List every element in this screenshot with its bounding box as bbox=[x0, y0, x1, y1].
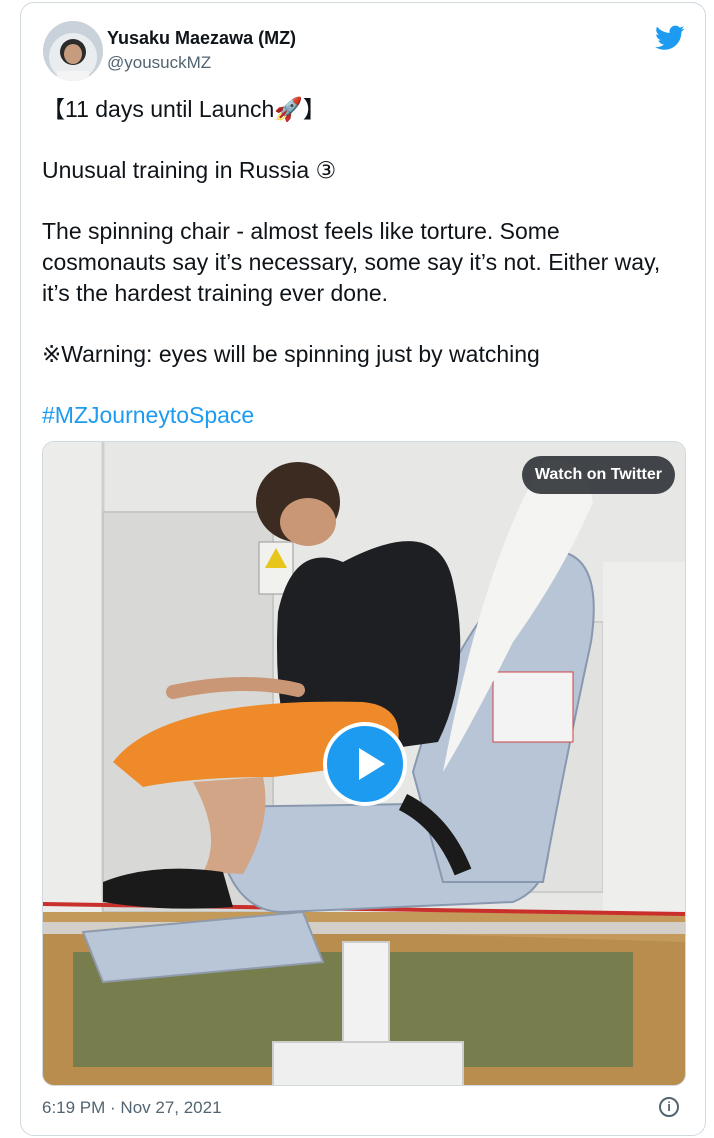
watch-on-twitter-button[interactable]: Watch on Twitter bbox=[521, 456, 675, 494]
twitter-bird-icon[interactable] bbox=[655, 25, 685, 51]
author-name[interactable]: Yusaku Maezawa (MZ) bbox=[107, 28, 296, 49]
avatar[interactable] bbox=[43, 21, 103, 81]
info-icon[interactable]: i bbox=[659, 1097, 679, 1117]
tweet-card: Yusaku Maezawa (MZ) @yousuckMZ 【11 days … bbox=[20, 2, 706, 1136]
avatar-image bbox=[43, 21, 103, 81]
tweet-body: 【11 days until Launch🚀】 Unusual training… bbox=[42, 94, 682, 431]
hashtag-link[interactable]: #MZJourneytoSpace bbox=[42, 402, 254, 428]
video-thumbnail[interactable]: Watch on Twitter bbox=[42, 441, 686, 1086]
play-icon[interactable] bbox=[323, 722, 407, 806]
author-handle[interactable]: @yousuckMZ bbox=[107, 53, 211, 73]
tweet-line: The spinning chair - almost feels like t… bbox=[42, 218, 661, 306]
tweet-line: ※Warning: eyes will be spinning just by … bbox=[42, 341, 540, 367]
tweet-timestamp[interactable]: 6:19 PM · Nov 27, 2021 bbox=[42, 1098, 222, 1118]
tweet-line: Unusual training in Russia ③ bbox=[42, 157, 337, 183]
tweet-headline: 【11 days until Launch🚀】 bbox=[42, 96, 326, 122]
